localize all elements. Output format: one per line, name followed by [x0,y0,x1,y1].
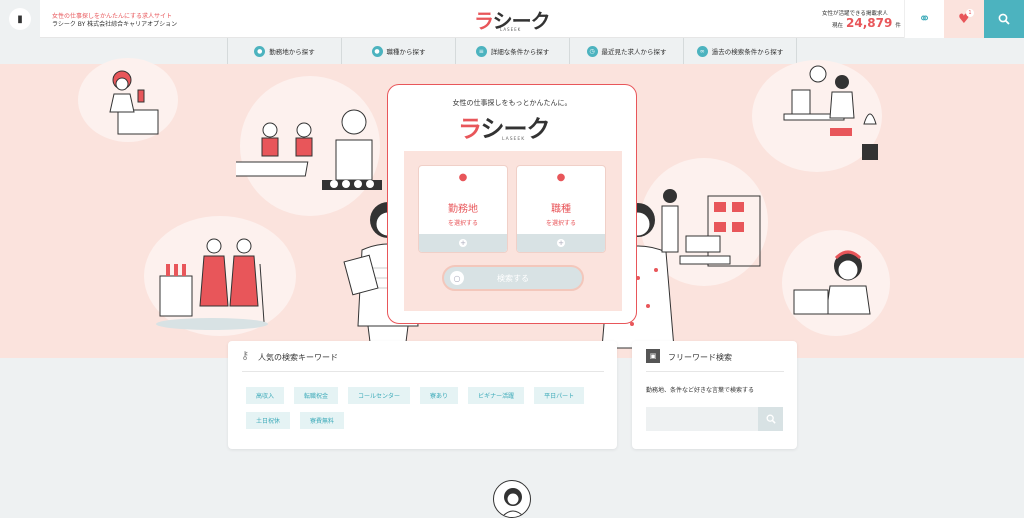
pin-icon: ● [458,172,468,183]
main-nav: ● 勤務地から探す ● 職種から探す ≡ 詳細な条件から探す ◷ 最近見た求人か… [0,38,1024,64]
keyword-tag[interactable]: ビギナー活躍 [468,387,525,404]
keyword-tag[interactable]: 平日パート [534,387,585,404]
keyword-tag[interactable]: 寮あり [420,387,459,404]
divider [646,371,784,372]
popular-keywords-title: 人気の検索キーワード [258,353,338,362]
freeword-search-panel: ▣ フリーワード検索 勤務地、条件など好きな言葉で検索する [632,341,797,449]
clock-icon: ◷ [586,45,598,57]
divider [242,371,604,372]
job-type-select-button[interactable]: ● 職種 を選択する + [516,165,606,253]
freeword-search-description: 勤務地、条件など好きな言葉で検索する [646,387,755,394]
cleaning-staff-illustration [156,238,268,330]
link-icon: ⚭ [918,11,931,27]
keyword-tag-list: 高収入 転職祝金 コールセンター 寮あり ビギナー活躍 平日パート 土日祝休 寮… [246,387,606,429]
office-worker-illustration [783,65,878,160]
nav-item-past-search[interactable]: ∞ 過去の検索条件から探す [683,38,797,64]
search-card-tagline: 女性の仕事探しをもっとかんたんに。 [452,99,572,107]
factory-worker-illustration [109,70,159,135]
search-card-logo-sub: LASEEK [502,137,526,142]
plus-icon: + [459,239,467,247]
keyword-tag[interactable]: コールセンター [348,387,411,404]
link-icon: ∞ [696,45,708,57]
person-icon: ● [556,172,566,183]
search-card: 女性の仕事探しをもっとかんたんに。 ラシーク LASEEK ● 勤務地 を選択す… [387,84,637,324]
search-options-panel: ● 勤務地 を選択する + ● 職種 を選択する + ○ 検索する [404,151,622,311]
pin-icon: ● [254,45,266,57]
keyword-tag[interactable]: 転職祝金 [294,387,339,404]
popular-keywords-panel: ⚷ 人気の検索キーワード 高収入 転職祝金 コールセンター 寮あり ビギナー活躍… [228,341,617,449]
avatar [493,480,531,518]
keyword-tag[interactable]: 土日祝休 [246,412,291,429]
key-icon: ⚷ [241,349,250,362]
food-factory-illustration [236,109,382,190]
nav-item-detailed[interactable]: ≡ 詳細な条件から探す [455,38,569,64]
call-center-illustration [793,250,871,315]
search-icon [766,414,776,424]
job-count: 現在 24,879 件 [832,16,901,30]
plus-icon: + [557,239,565,247]
site-logo-sub: LASEEK [500,27,522,32]
box-icon: ▣ [646,349,660,363]
freeword-search-button[interactable] [758,407,783,431]
warehouse-worker-illustration [661,189,761,267]
freeword-search-title: フリーワード検索 [668,353,732,362]
header-search-button[interactable] [984,0,1024,38]
location-select-button[interactable]: ● 勤務地 を選択する + [418,165,508,253]
favorites-button[interactable]: ♥ 1 [944,0,984,38]
nav-item-location[interactable]: ● 勤務地から探す [227,38,341,64]
site-header: ▮ 女性の仕事探しをかんたんにする求人サイト ラシーク BY 株式会社綜合キャリ… [0,0,1024,38]
saved-search-button[interactable]: ⚭ [904,0,944,38]
favorites-count-badge: 1 [966,9,974,17]
search-submit-button[interactable]: ○ 検索する [442,265,584,291]
company-name: ラシーク BY 株式会社綜合キャリアオプション [52,21,178,28]
nav-item-job-type[interactable]: ● 職種から探す [341,38,455,64]
list-icon: ≡ [475,45,487,57]
search-icon [998,13,1010,25]
keyword-tag[interactable]: 寮費無料 [300,412,345,429]
search-icon: ○ [450,271,464,285]
nav-item-recent[interactable]: ◷ 最近見た求人から探す [569,38,683,64]
job-count-value: 24,879 [846,16,893,30]
keyword-tag[interactable]: 高収入 [246,387,285,404]
freeword-search-input[interactable] [646,407,758,431]
woman-avatar-illustration [501,488,525,517]
person-icon: ● [371,45,383,57]
book-icon: ▮ [9,8,31,30]
menu-button[interactable]: ▮ [0,0,40,38]
